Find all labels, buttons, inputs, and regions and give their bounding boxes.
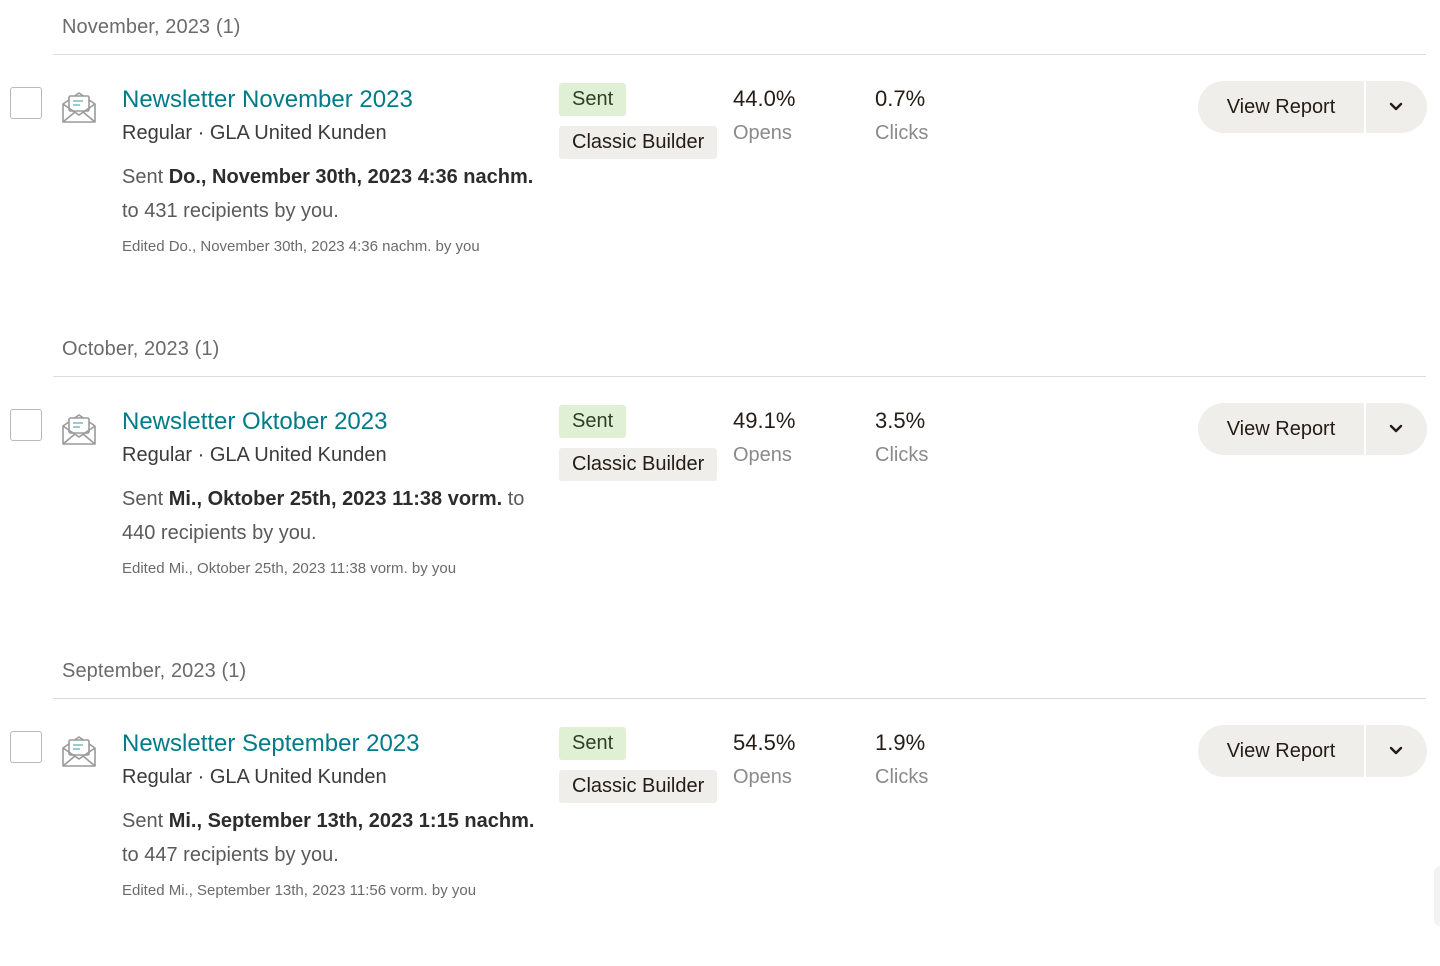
campaign-row: Newsletter Oktober 2023 Regular · GLA Un… — [0, 376, 1440, 616]
chevron-down-icon — [1389, 746, 1403, 755]
sent-date: Mi., Oktober 25th, 2023 11:38 vorm. — [168, 488, 503, 510]
report-dropdown-toggle[interactable] — [1366, 81, 1427, 133]
clicks-label: Clicks — [875, 766, 929, 788]
opens-label: Opens — [733, 766, 792, 788]
builder-badge: Classic Builder — [559, 770, 718, 803]
campaign-title-link[interactable]: Newsletter September 2023 — [122, 730, 420, 758]
campaign-type-audience: Regular · GLA United Kunden — [122, 122, 387, 144]
sent-prefix: Sent — [122, 810, 169, 832]
builder-badge: Classic Builder — [559, 126, 718, 159]
month-group-header: November, 2023 (1) — [62, 16, 241, 38]
sent-info: Sent Do., November 30th, 2023 4:36 nachm… — [122, 160, 552, 228]
clicks-rate: 0.7% — [875, 86, 926, 111]
chevron-down-icon — [1389, 424, 1403, 433]
report-button-group: View Report — [1198, 725, 1427, 777]
campaign-month-group: September, 2023 (1) Newsletter September… — [0, 644, 1440, 966]
edited-info: Edited Mi., Oktober 25th, 2023 11:38 vor… — [122, 560, 457, 577]
campaign-title-link[interactable]: Newsletter November 2023 — [122, 86, 413, 114]
edited-info: Edited Mi., September 13th, 2023 11:56 v… — [122, 882, 477, 899]
sent-prefix: Sent — [122, 166, 169, 188]
scrollbar-edge[interactable] — [1434, 866, 1440, 926]
row-select-checkbox[interactable] — [10, 731, 42, 763]
clicks-label: Clicks — [875, 444, 929, 466]
report-dropdown-toggle[interactable] — [1366, 403, 1427, 455]
campaign-row: Newsletter November 2023 Regular · GLA U… — [0, 54, 1440, 294]
view-report-button[interactable]: View Report — [1198, 725, 1364, 777]
opens-rate: 54.5% — [733, 730, 796, 755]
opens-label: Opens — [733, 444, 792, 466]
view-report-button[interactable]: View Report — [1198, 81, 1364, 133]
sent-date: Do., November 30th, 2023 4:36 nachm. — [168, 166, 534, 188]
status-badge: Sent — [559, 727, 627, 760]
builder-badge: Classic Builder — [559, 448, 718, 481]
month-group-header: September, 2023 (1) — [62, 660, 247, 682]
email-campaign-icon — [62, 736, 96, 767]
chevron-down-icon — [1389, 102, 1403, 111]
row-select-checkbox[interactable] — [10, 87, 42, 119]
month-group-header: October, 2023 (1) — [62, 338, 220, 360]
opens-label: Opens — [733, 122, 792, 144]
opens-rate: 49.1% — [733, 408, 796, 433]
email-campaign-icon — [62, 92, 96, 123]
sent-prefix: Sent — [122, 488, 169, 510]
sent-date: Mi., September 13th, 2023 1:15 nachm. — [168, 810, 535, 832]
campaign-type-audience: Regular · GLA United Kunden — [122, 444, 387, 466]
clicks-label: Clicks — [875, 122, 929, 144]
view-report-button[interactable]: View Report — [1198, 403, 1364, 455]
status-badge: Sent — [559, 83, 627, 116]
clicks-rate: 1.9% — [875, 730, 926, 755]
email-campaign-icon — [62, 414, 96, 445]
campaign-title-link[interactable]: Newsletter Oktober 2023 — [122, 408, 387, 436]
sent-recipients: to 447 recipients by you. — [122, 844, 339, 866]
campaign-month-group: November, 2023 (1) Newsletter November 2… — [0, 0, 1440, 322]
campaign-type-audience: Regular · GLA United Kunden — [122, 766, 387, 788]
row-select-checkbox[interactable] — [10, 409, 42, 441]
opens-rate: 44.0% — [733, 86, 796, 111]
sent-info: Sent Mi., Oktober 25th, 2023 11:38 vorm.… — [122, 482, 552, 550]
sent-recipients: to 431 recipients by you. — [122, 200, 339, 222]
clicks-rate: 3.5% — [875, 408, 926, 433]
status-badge: Sent — [559, 405, 627, 438]
sent-info: Sent Mi., September 13th, 2023 1:15 nach… — [122, 804, 552, 872]
edited-info: Edited Do., November 30th, 2023 4:36 nac… — [122, 238, 480, 255]
report-dropdown-toggle[interactable] — [1366, 725, 1427, 777]
report-button-group: View Report — [1198, 403, 1427, 455]
report-button-group: View Report — [1198, 81, 1427, 133]
campaign-month-group: October, 2023 (1) Newsletter Oktober 202… — [0, 322, 1440, 644]
campaign-row: Newsletter September 2023 Regular · GLA … — [0, 698, 1440, 938]
